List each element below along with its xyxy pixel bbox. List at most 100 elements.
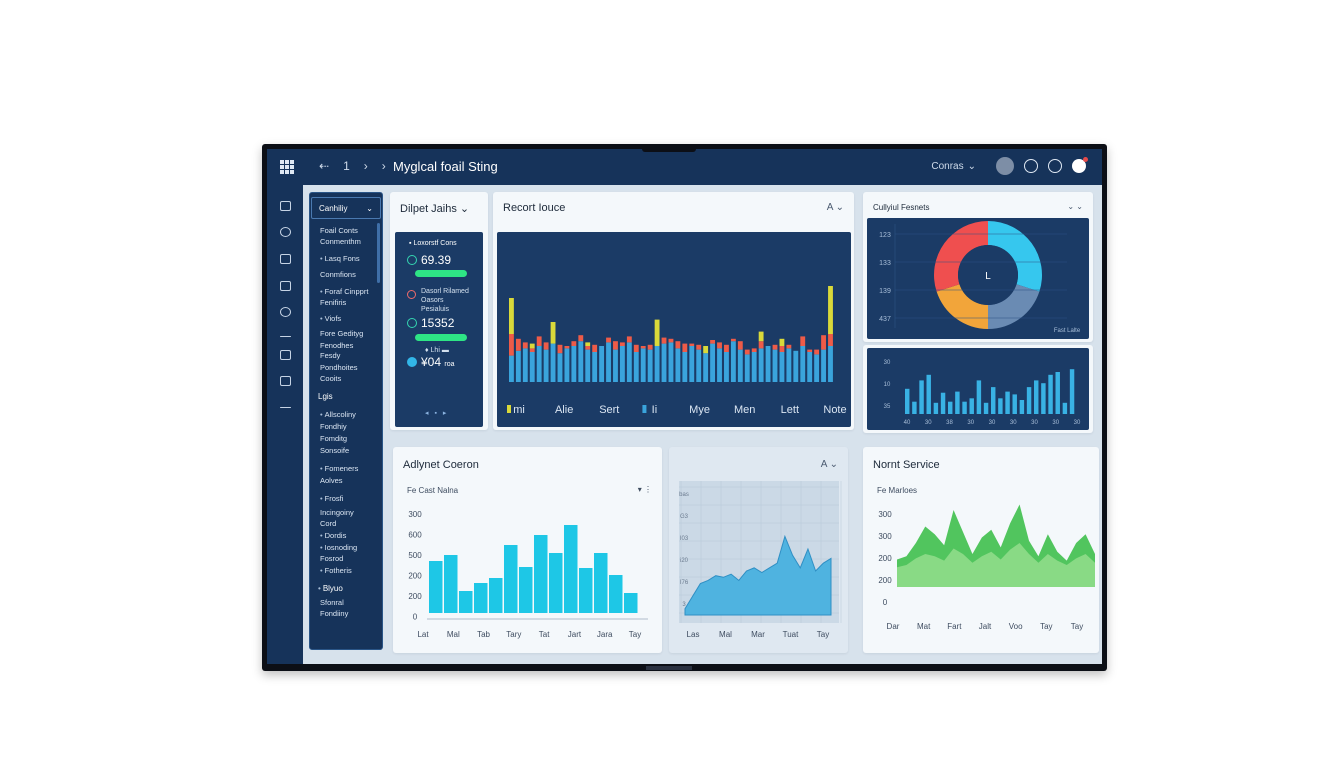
sidebar-item[interactable]: Fondhiy (320, 421, 347, 432)
donut-y-tick: 123 (879, 232, 891, 239)
sidebar-item[interactable]: Fomditg (320, 433, 347, 444)
metric-1-value: 69.39 (421, 253, 452, 267)
app-title: Myglcal foail Sting (393, 159, 498, 174)
area-mid-y-tick: i20 (680, 558, 689, 564)
adjust-x-tick: Tary (506, 630, 521, 639)
donut-chevron-icon[interactable]: ⌄ ⌄ (1067, 202, 1083, 211)
sidebar-item[interactable]: Fotheris (320, 565, 352, 576)
sidebar-item[interactable]: Sonsoife (320, 445, 349, 456)
mini-bar (912, 401, 917, 414)
report-bar (564, 346, 570, 349)
calendar-icon[interactable] (280, 254, 291, 264)
adjust-y-tick: 0 (413, 613, 418, 622)
normal-x-tick: Tay (1071, 622, 1083, 631)
report-bar (606, 337, 611, 343)
sidebar-item[interactable]: Sfonral (320, 597, 344, 608)
header-dropdown[interactable]: Conras ⌄ (931, 161, 976, 172)
sidebar-item[interactable]: Blyuo (318, 583, 343, 594)
sidebar-item[interactable]: Conmfions (320, 269, 356, 280)
sidebar-item[interactable]: Foail Conts (320, 225, 358, 236)
report-bar (592, 344, 598, 352)
sidebar-item[interactable]: Viofs (320, 313, 342, 324)
summary-pager[interactable]: ◂ ▪ ▸ (425, 409, 448, 417)
report-menu-chevron-icon[interactable]: A ⌄ (827, 202, 844, 213)
sidebar-item[interactable]: Foraf Cinpprt (320, 286, 369, 297)
apps-grid-icon[interactable] (280, 160, 294, 174)
sidebar-item[interactable]: Pondhoites (320, 362, 358, 373)
chevron-down-icon: ⌄ (366, 203, 373, 213)
donut-panel: L 123 133 139 437 Fast Lalte (867, 218, 1089, 339)
mini-y-tick: 30 (884, 360, 891, 366)
donut-center-label: L (985, 271, 991, 282)
report-title: Recort Iouce (503, 202, 566, 214)
sidebar-item[interactable]: Fomeners (320, 463, 359, 474)
mini-bar (1048, 374, 1053, 414)
sidebar-item[interactable]: Aolves (320, 475, 343, 486)
sidebar-item[interactable]: Frosfi (320, 493, 344, 504)
sidebar-item[interactable]: Fesdy (320, 350, 340, 361)
prev-chevron-icon[interactable]: › (364, 159, 368, 173)
area-mid-card: A ⌄ bas G3 I03 i20 I76 3 Las Mal Mar Tuat Tay (669, 447, 848, 653)
document-icon[interactable] (280, 201, 291, 211)
report-bar (509, 334, 514, 356)
report-legend-swatch (642, 405, 647, 413)
adjust-bar (459, 591, 473, 613)
cloud-icon[interactable] (280, 307, 291, 317)
sidebar: Canhiliy ⌄ Foail ContsConmenthm Lasq Fons… (309, 192, 383, 650)
menu-line-icon[interactable] (280, 336, 291, 337)
report-x-tick: Sert (599, 404, 619, 416)
report-bar (522, 342, 528, 349)
link-icon[interactable] (280, 407, 291, 408)
normal-y-tick: 300 (878, 510, 892, 519)
report-bar (828, 334, 833, 346)
sidebar-item[interactable]: Lasq Fons (320, 253, 360, 264)
sidebar-item[interactable]: Allscoliny (320, 409, 356, 420)
sidebar-dropdown[interactable]: Canhiliy ⌄ (311, 197, 381, 219)
sidebar-item[interactable]: Fore Gedityg (320, 328, 363, 339)
metric-2-desc (407, 287, 420, 301)
report-bar (571, 346, 577, 382)
sidebar-item[interactable]: Iosnoding (320, 542, 358, 553)
back-arrow-icon[interactable]: ⇠ (319, 159, 329, 173)
report-bar (828, 346, 833, 382)
report-bar (821, 335, 826, 350)
normal-x-tick: Dar (887, 622, 900, 631)
sidebar-item[interactable]: Incingoiny (320, 507, 354, 518)
report-bar (675, 348, 681, 382)
sidebar-dropdown-label: Canhiliy (319, 203, 348, 213)
next-chevron-icon[interactable]: › (382, 159, 386, 173)
sidebar-item[interactable]: Cooits (320, 373, 341, 384)
sidebar-item[interactable]: Dordis (320, 530, 347, 541)
report-bar (710, 340, 716, 344)
mini-bar (1012, 394, 1017, 414)
report-bar (550, 343, 556, 382)
mini-bar (991, 387, 996, 414)
clock-nav-icon[interactable] (280, 227, 291, 237)
clock-icon[interactable] (1048, 159, 1062, 173)
chevron-down-icon[interactable]: ⌄ (460, 203, 469, 215)
sidebar-scrollbar[interactable] (377, 223, 380, 283)
profile-icon[interactable] (996, 157, 1014, 175)
sidebar-item[interactable]: Fenifiris (320, 297, 346, 308)
image-icon[interactable] (280, 376, 291, 386)
window-icon[interactable] (280, 350, 291, 360)
mini-bar (1069, 369, 1075, 414)
report-bar (682, 352, 688, 382)
report-bar (633, 352, 639, 382)
sidebar-item[interactable]: Conmenthm (320, 236, 361, 247)
report-bar (724, 352, 729, 382)
report-bar (703, 346, 709, 354)
notification-icon[interactable] (1072, 157, 1088, 173)
sidebar-item[interactable]: Cord (320, 518, 336, 529)
tags-icon[interactable] (280, 281, 291, 291)
report-bar (751, 348, 757, 352)
mini-bar (905, 388, 910, 414)
sidebar-item[interactable]: Fosrod (320, 553, 343, 564)
chevron-down-icon: ⌄ (967, 160, 976, 172)
help-icon[interactable] (1024, 159, 1038, 173)
sidebar-item[interactable]: Fondiiny (320, 608, 348, 619)
adjust-x-tick: Tab (477, 630, 490, 639)
sidebar-item[interactable]: Lgis (318, 391, 333, 402)
adjust-card: Adlynet Coeron Fe Cast Nalna ▾ ⋮ 300 600 5… (393, 447, 662, 653)
mini-bar (976, 380, 982, 414)
